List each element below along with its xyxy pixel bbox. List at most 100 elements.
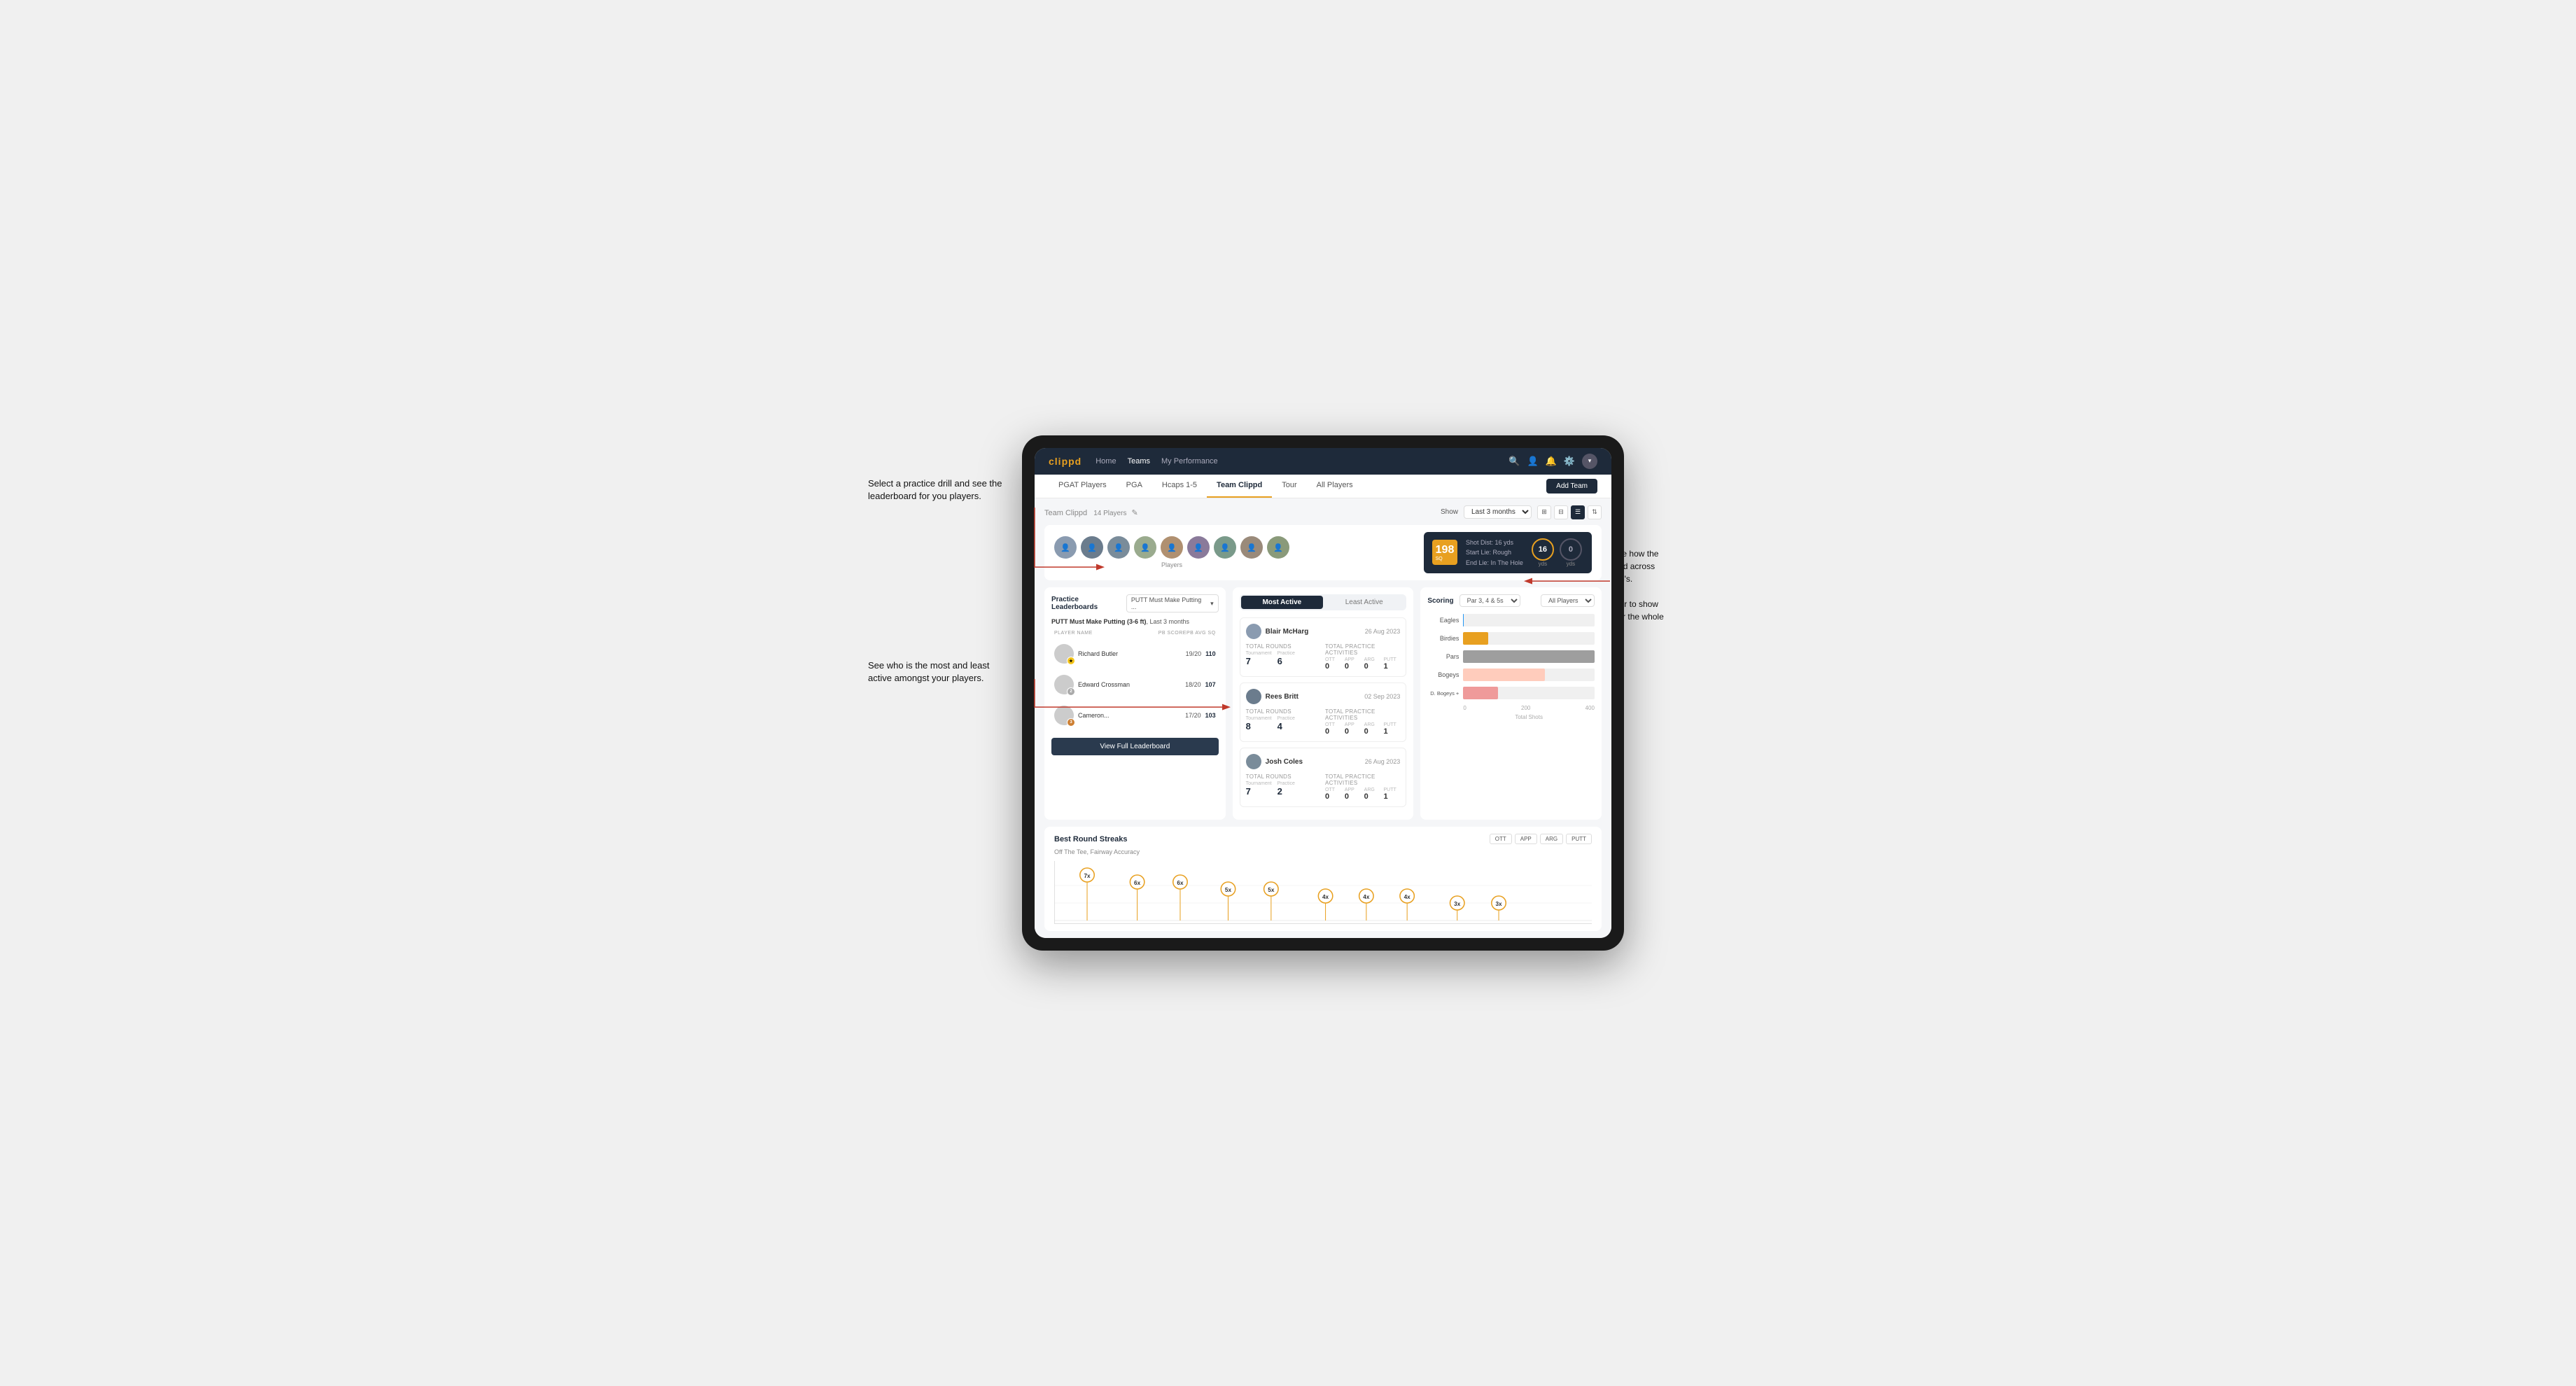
lb-row-2: 2 Edward Crossman 18/20 107 (1051, 671, 1219, 699)
lb-table-header: PLAYER NAME PB SCORE PB AVG SQ (1051, 631, 1219, 636)
subnav-allplayers[interactable]: All Players (1307, 475, 1363, 498)
player-avatar-7[interactable]: 👤 (1214, 536, 1236, 559)
subnav-tour[interactable]: Tour (1272, 475, 1306, 498)
pac-player-3: Josh Coles (1246, 754, 1303, 769)
scoring-panel: Scoring Par 3, 4 & 5s All Players Eagles (1420, 587, 1602, 820)
player-avatar-1[interactable]: 👤 (1054, 536, 1077, 559)
panels-row: Practice Leaderboards PUTT Must Make Put… (1044, 587, 1602, 820)
people-icon[interactable]: 👤 (1527, 456, 1538, 467)
lb-subtitle: PUTT Must Make Putting (3-6 ft), Last 3 … (1051, 618, 1219, 625)
sub-nav: PGAT Players PGA Hcaps 1-5 Team Clippd T… (1035, 475, 1611, 498)
settings-icon[interactable]: ⚙️ (1564, 456, 1575, 467)
svg-text:4x: 4x (1322, 894, 1329, 900)
streaks-filter-ott[interactable]: OTT (1490, 834, 1512, 844)
svg-text:6x: 6x (1177, 880, 1184, 886)
pac-stats-3: Total Rounds Tournament 7 Practice (1246, 774, 1401, 801)
activity-tabs: Most Active Least Active (1240, 594, 1407, 610)
pac-stats-2: Total Rounds Tournament 8 Practice (1246, 708, 1401, 736)
nav-link-home[interactable]: Home (1096, 456, 1116, 467)
activity-card-2: Rees Britt 02 Sep 2023 Total Rounds Tour (1240, 682, 1407, 742)
player-avatar-5[interactable]: 👤 (1161, 536, 1183, 559)
pac-avatar-1 (1246, 624, 1261, 639)
players-label: Players (1054, 561, 1289, 568)
bar-fill-pars (1463, 650, 1595, 663)
lb-row-1: ★ Richard Butler 19/20 110 (1051, 640, 1219, 668)
svg-text:7x: 7x (1084, 873, 1091, 879)
bar-fill-dbogeys (1463, 687, 1497, 699)
edit-icon[interactable]: ✎ (1132, 509, 1138, 517)
pac-name-3: Josh Coles (1266, 758, 1303, 766)
player-avatar-8[interactable]: 👤 (1240, 536, 1263, 559)
lb-dropdown[interactable]: PUTT Must Make Putting ... ▾ (1126, 594, 1219, 612)
bar-fill-birdies (1463, 632, 1488, 645)
pac-player-1: Blair McHarg (1246, 624, 1309, 639)
bar-eagles: Eagles 3 (1427, 614, 1595, 626)
streaks-subtitle: Off The Tee, Fairway Accuracy (1054, 848, 1592, 855)
shot-info: Shot Dist: 16 yds Start Lie: Rough End L… (1466, 538, 1523, 568)
tab-most-active[interactable]: Most Active (1241, 596, 1323, 609)
bell-icon[interactable]: 🔔 (1546, 456, 1557, 467)
pac-avatar-2 (1246, 689, 1261, 704)
nav-link-performance[interactable]: My Performance (1161, 456, 1218, 467)
scoring-filter-1[interactable]: Par 3, 4 & 5s (1460, 594, 1520, 607)
shot-yds-right: 0 (1560, 538, 1582, 561)
svg-text:3x: 3x (1454, 901, 1461, 907)
svg-text:4x: 4x (1404, 894, 1411, 900)
pac-header-3: Josh Coles 26 Aug 2023 (1246, 754, 1401, 769)
scoring-bar-chart: Eagles 3 Birdies 96 (1427, 614, 1595, 699)
streaks-filter-putt[interactable]: PUTT (1566, 834, 1592, 844)
lb-name-2: Edward Crossman (1078, 681, 1181, 688)
show-select[interactable]: Last 3 months Last 6 months Last year (1464, 505, 1532, 519)
rank-badge-gold: ★ (1067, 657, 1075, 665)
add-team-button[interactable]: Add Team (1546, 479, 1597, 493)
lb-panel-header: Practice Leaderboards PUTT Must Make Put… (1051, 594, 1219, 612)
search-icon[interactable]: 🔍 (1508, 456, 1520, 467)
lb-avg-1: 110 (1205, 650, 1216, 657)
pac-header-2: Rees Britt 02 Sep 2023 (1246, 689, 1401, 704)
subnav-pgat[interactable]: PGAT Players (1049, 475, 1116, 498)
nav-logo: clippd (1049, 456, 1082, 467)
svg-text:6x: 6x (1134, 880, 1141, 886)
main-content: Team Clippd 14 Players ✎ Show Last 3 mon… (1035, 498, 1611, 938)
shot-card: 198 SQ Shot Dist: 16 yds Start Lie: Roug… (1424, 532, 1592, 573)
subnav-hcaps[interactable]: Hcaps 1-5 (1152, 475, 1207, 498)
nav-link-teams[interactable]: Teams (1128, 456, 1150, 467)
pac-name-2: Rees Britt (1266, 693, 1298, 701)
streaks-filter-btns: OTT APP ARG PUTT (1490, 834, 1592, 844)
pac-name-1: Blair McHarg (1266, 628, 1309, 636)
subnav-pga[interactable]: PGA (1116, 475, 1152, 498)
avatar[interactable]: ▾ (1582, 454, 1597, 469)
player-avatar-2[interactable]: 👤 (1081, 536, 1103, 559)
view-filter-icon[interactable]: ⇅ (1588, 505, 1602, 519)
nav-icons: 🔍 👤 🔔 ⚙️ ▾ (1508, 454, 1597, 469)
svg-text:4x: 4x (1363, 894, 1370, 900)
pac-date-2: 02 Sep 2023 (1364, 693, 1400, 700)
player-avatar-3[interactable]: 👤 (1107, 536, 1130, 559)
lb-avg-2: 107 (1205, 681, 1216, 688)
tab-least-active[interactable]: Least Active (1323, 596, 1405, 609)
player-avatar-4[interactable]: 👤 (1134, 536, 1156, 559)
view-list-icon[interactable]: ☰ (1571, 505, 1585, 519)
nav-links: Home Teams My Performance (1096, 456, 1494, 467)
subnav-teamclippd[interactable]: Team Clippd (1207, 475, 1272, 498)
team-title: Team Clippd 14 Players ✎ (1044, 506, 1138, 519)
players-row: 👤 👤 👤 👤 👤 👤 👤 👤 👤 Players (1044, 525, 1602, 580)
lb-avatar-1: ★ (1054, 644, 1074, 664)
streaks-filter-app[interactable]: APP (1515, 834, 1537, 844)
player-count: 14 Players (1093, 510, 1126, 517)
pac-stats-1: Total Rounds Tournament 7 Practice (1246, 643, 1401, 671)
streaks-filter-arg[interactable]: ARG (1540, 834, 1563, 844)
player-avatar-9[interactable]: 👤 (1267, 536, 1289, 559)
shot-circles: 16 yds 0 yds (1532, 538, 1582, 567)
view-full-leaderboard-button[interactable]: View Full Leaderboard (1051, 738, 1219, 755)
lb-score-3: 17/20 (1185, 712, 1201, 719)
view-grid2-icon[interactable]: ⊞ (1537, 505, 1551, 519)
lb-avatar-2: 2 (1054, 675, 1074, 694)
rank-badge-silver: 2 (1067, 687, 1075, 696)
view-grid3-icon[interactable]: ⊟ (1554, 505, 1568, 519)
practice-leaderboard-panel: Practice Leaderboards PUTT Must Make Put… (1044, 587, 1226, 820)
player-avatar-6[interactable]: 👤 (1187, 536, 1210, 559)
scoring-filter-2[interactable]: All Players (1541, 594, 1595, 607)
player-avatars: 👤 👤 👤 👤 👤 👤 👤 👤 👤 (1054, 536, 1289, 559)
bar-fill-bogeys (1463, 668, 1545, 681)
